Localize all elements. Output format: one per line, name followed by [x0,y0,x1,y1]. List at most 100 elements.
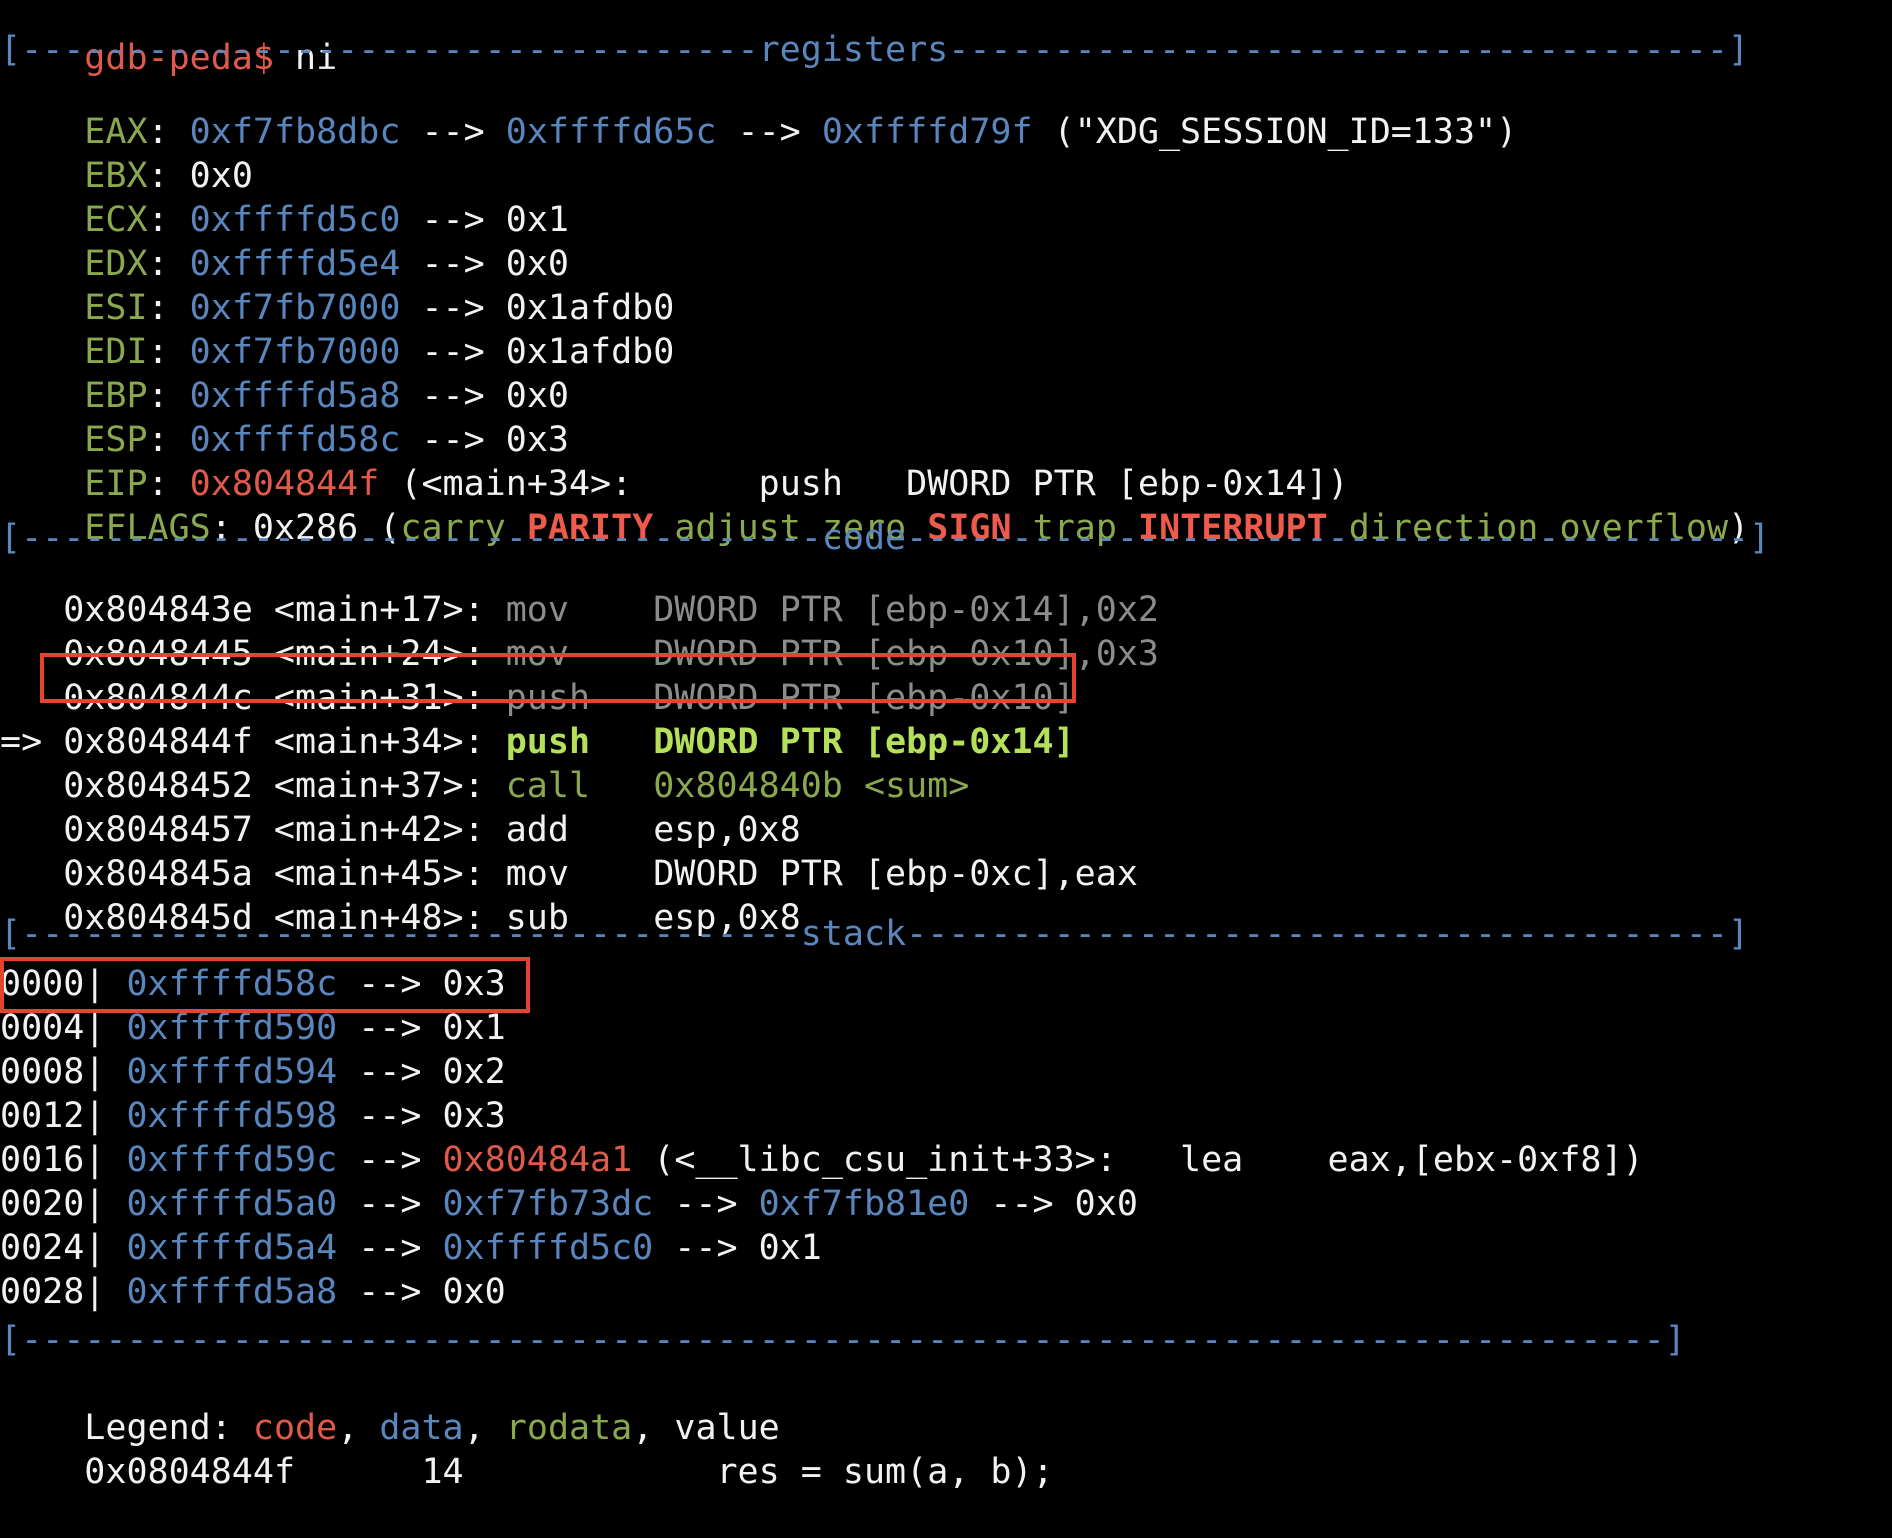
instruction-operands: 0x804840b <sum> [653,766,970,806]
register-edx: EDX: 0xffffd5e4 --> 0x0 [84,244,569,284]
instruction-mnemonic: push [484,722,654,762]
chain-segment: --> [337,1184,443,1224]
chain-segment: ("XDG_SESSION_ID=133") [1032,112,1518,152]
chain-segment [105,1008,126,1048]
stack-offset: 0008| [0,1052,106,1092]
current-instruction: => 0x804844f <main+34>: push DWORD PTR [… [0,720,1075,764]
chain-segment: --> 0x0 [337,1272,506,1312]
instruction-line: 0x804845a <main+45>: mov DWORD PTR [ebp-… [0,852,1138,896]
marker [0,854,63,894]
register-value: 0xf7fb8dbc --> 0xffffd65c --> 0xffffd79f… [190,112,1518,152]
bottom-separator: [---------------------------------------… [0,1320,1686,1360]
instruction-address: 0x8048457 <main+42>: [63,810,485,850]
chain-segment: 0xffffd5a8 [126,1272,338,1312]
instruction-address: 0x804843e <main+17>: [63,590,485,630]
source-text: res = sum(a, b); [716,1452,1054,1492]
chain-segment: --> 0x0 [969,1184,1138,1224]
marker [0,590,63,630]
chain-segment: 0xffffd598 [126,1096,338,1136]
stack-row: 0028| 0xffffd5a8 --> 0x0 [0,1270,506,1314]
section-title-code: code [821,518,907,558]
instruction-line: 0x8048457 <main+42>: add esp,0x8 [0,808,801,852]
instruction-address: 0x8048452 <main+37>: [63,766,485,806]
instruction-operands: DWORD PTR [ebp-0xc],eax [653,854,1138,894]
instruction-mnemonic: add [484,810,654,850]
chain-segment [105,1228,126,1268]
chain-segment: --> [337,1140,443,1180]
chain-segment: --> [337,1228,443,1268]
chain-segment [105,1184,126,1224]
instruction-operands: DWORD PTR [ebp-0x14] [653,722,1075,762]
section-title-registers: registers [758,30,949,70]
instruction-address: 0x804845a <main+45>: [63,854,485,894]
chain-segment: --> [400,112,506,152]
highlight-box-stack [0,957,530,1013]
instruction-mnemonic: mov [484,590,654,630]
instruction-mnemonic: mov [484,854,654,894]
stack-value: 0xffffd5a4 --> 0xffffd5c0 --> 0x1 [105,1228,821,1268]
chain-segment: 0xffffd65c [505,112,717,152]
chain-segment: 0xffffd5a4 [126,1228,338,1268]
section-title-stack: stack [800,914,907,954]
register-ecx: ECX: 0xffffd5c0 --> 0x1 [84,200,569,240]
separator-right: -------------------------------------] [948,30,1749,70]
stack-value: 0xffffd594 --> 0x2 [105,1052,505,1092]
chain-segment: 0xffffd59c [126,1140,338,1180]
register-ebp: EBP: 0xffffd5a8 --> 0x0 [84,376,569,416]
chain-segment: 0xffffd5c0 [442,1228,654,1268]
instruction-address: 0x804844f <main+34>: [63,722,485,762]
register-esp: ESP: 0xffffd58c --> 0x3 [84,420,569,460]
marker [0,766,63,806]
register-esi: ESI: 0xf7fb7000 --> 0x1afdb0 [84,288,675,328]
register-eflags: EFLAGS: 0x286 (carry PARITY adjust zero … [84,508,1750,548]
stack-offset: 0020| [0,1184,106,1224]
register-ebx: EBX: 0x0 [84,156,253,196]
instruction-mnemonic: call [484,766,654,806]
chain-segment: --> 0x1 [337,1008,506,1048]
stack-row: 0008| 0xffffd594 --> 0x2 [0,1050,506,1094]
chain-segment: 0xffffd594 [126,1052,338,1092]
chain-segment: 0xf7fb81e0 [758,1184,970,1224]
stack-value: 0xffffd598 --> 0x3 [105,1096,505,1136]
highlight-box-code [40,653,1076,703]
separator-left: [----------------------------------- [0,30,759,70]
marker [0,810,63,850]
stack-row: 0012| 0xffffd598 --> 0x3 [0,1094,506,1138]
stack-row: 0020| 0xffffd5a0 --> 0xf7fb73dc --> 0xf7… [0,1182,1138,1226]
chain-segment: --> [653,1184,759,1224]
chain-segment: --> 0x1 [653,1228,822,1268]
instruction-line: 0x8048452 <main+37>: call 0x804840b <sum… [0,764,969,808]
register-edi: EDI: 0xf7fb7000 --> 0x1afdb0 [84,332,675,372]
terminal-window[interactable]: gdb-peda$ ni [--------------------------… [0,0,1892,1492]
source-line: 0x0804844f 14 res = sum(a, b); [0,1406,1053,1492]
stack-value: 0xffffd59c --> 0x80484a1 (<__libc_csu_in… [105,1140,1643,1180]
stack-row: 0024| 0xffffd5a4 --> 0xffffd5c0 --> 0x1 [0,1226,822,1270]
code-separator: [--------------------------------------c… [0,516,1770,560]
chain-segment: --> 0x2 [337,1052,506,1092]
chain-segment [105,1140,126,1180]
chain-segment: 0xffffd5a0 [126,1184,338,1224]
stack-offset: 0012| [0,1096,106,1136]
instruction-operands: esp,0x8 [653,810,801,850]
source-line-number: 14 [421,1452,464,1492]
source-address: 0x0804844f [84,1452,296,1492]
separator-left: [-------------------------------------- [0,518,822,558]
separator-right: ---------------------------------------] [906,914,1749,954]
instruction-operands: DWORD PTR [ebp-0x14],0x2 [653,590,1159,630]
register-eax: EAX: 0xf7fb8dbc --> 0xffffd65c --> 0xfff… [84,112,1518,152]
stack-offset: 0004| [0,1008,106,1048]
chain-segment: --> [716,112,822,152]
stack-row: 0016| 0xffffd59c --> 0x80484a1 (<__libc_… [0,1138,1644,1182]
register-eip: EIP: 0x804844f (<main+34>: push DWORD PT… [84,464,1349,504]
chain-segment: 0xf7fb73dc [442,1184,654,1224]
chain-segment [105,1052,126,1092]
stack-value: 0xffffd5a0 --> 0xf7fb73dc --> 0xf7fb81e0… [105,1184,1138,1224]
separator-right: ----------------------------------------… [906,518,1771,558]
chain-segment: 0xffffd590 [126,1008,338,1048]
marker: => [0,722,64,762]
chain-segment [105,1096,126,1136]
stack-offset: 0028| [0,1272,106,1312]
stack-value: 0xffffd5a8 --> 0x0 [105,1272,505,1312]
separator-left: [------------------------------------- [0,914,801,954]
chain-segment: 0x80484a1 [442,1140,633,1180]
